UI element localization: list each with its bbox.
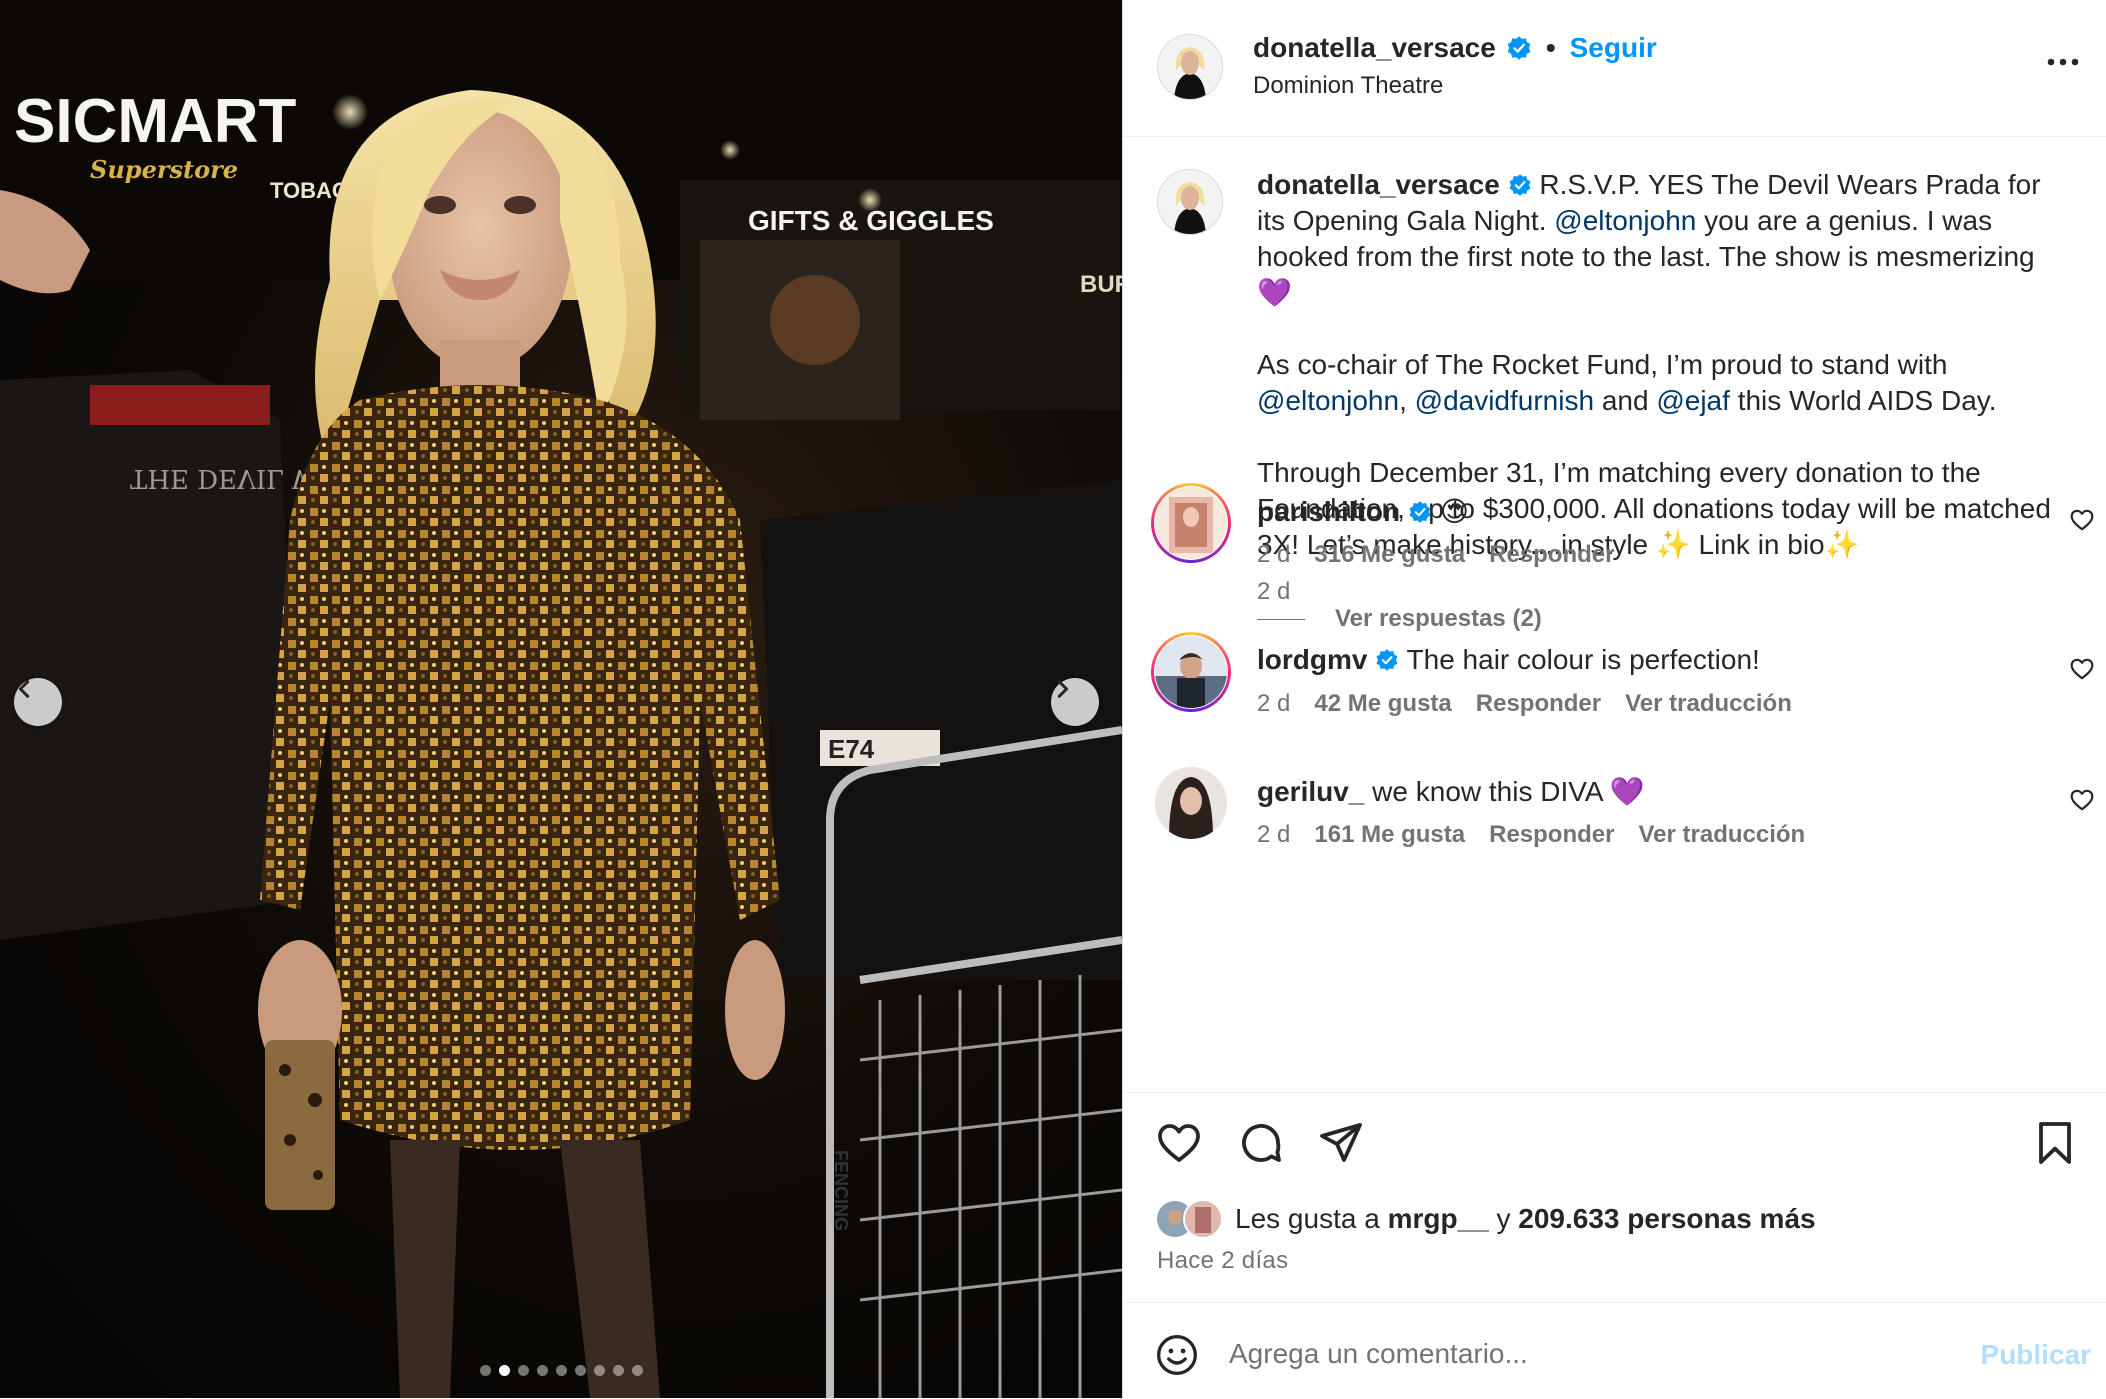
carousel-dot [498, 1365, 510, 1376]
carousel-dot [517, 1365, 529, 1376]
comment-likes[interactable]: 42 Me gusta [1314, 690, 1451, 718]
sign-store-main: SICMART [14, 87, 297, 156]
view-replies-button[interactable]: Ver respuestas (2) [1257, 605, 1542, 633]
commenter-avatar[interactable] [1155, 636, 1227, 708]
likes-prefix: Les gusta a [1235, 1203, 1380, 1234]
publish-button[interactable]: Publicar [1981, 1339, 2091, 1371]
heart-icon[interactable] [2069, 656, 2095, 682]
liker-username[interactable]: mrgp__ [1388, 1203, 1489, 1234]
liker-avatar [1183, 1199, 1223, 1239]
comment-likes[interactable]: 161 Me gusta [1314, 821, 1465, 849]
mention-link[interactable]: @ejaf [1656, 385, 1730, 416]
replies-divider [1257, 618, 1305, 620]
commenter-avatar[interactable] [1155, 487, 1227, 559]
translate-button[interactable]: Ver traducción [1638, 821, 1805, 849]
photo-scene: SICMART Superstore TOBACCO-VAPE GIFTS & … [0, 0, 1122, 1398]
carousel-indicator [0, 1365, 1122, 1376]
comments-section[interactable]: donatella_versace R.S.V.P. YES The Devil… [1123, 137, 2106, 1092]
heart-icon[interactable] [2069, 507, 2095, 533]
caption-text: and [1601, 385, 1649, 416]
reply-button[interactable]: Responder [1489, 541, 1614, 569]
header-separator: • [1545, 32, 1556, 63]
comment-time[interactable]: 2 d [1257, 541, 1290, 569]
post-photo[interactable]: SICMART Superstore TOBACCO-VAPE GIFTS & … [0, 0, 1122, 1398]
caption-text: this World AIDS Day. [1737, 385, 1997, 416]
carousel-next-button[interactable] [1051, 678, 1099, 726]
post-actions: Les gusta a mrgp__ y 209.633 personas má… [1123, 1092, 2106, 1303]
comment-text: The hair colour is perfection! [1406, 644, 1760, 675]
sign-store-sub: Superstore [90, 155, 238, 184]
carousel-dot [536, 1365, 548, 1376]
caption-author-avatar[interactable] [1157, 169, 1223, 235]
author-username[interactable]: donatella_versace [1253, 32, 1496, 64]
caption-text: As co-chair of The Rocket Fund, I’m prou… [1257, 349, 1948, 380]
carousel-dot [631, 1365, 643, 1376]
comment-text: 😍 [1439, 496, 1469, 527]
likes-others[interactable]: 209.633 personas más [1518, 1203, 1815, 1234]
translate-button[interactable]: Ver traducción [1625, 690, 1792, 718]
view-replies-label: Ver respuestas (2) [1335, 605, 1542, 632]
verified-badge-icon [1507, 36, 1531, 60]
comment-time[interactable]: 2 d [1257, 821, 1290, 849]
mention-link[interactable]: @eltonjohn [1554, 205, 1696, 236]
likes-summary[interactable]: Les gusta a mrgp__ y 209.633 personas má… [1155, 1199, 1816, 1239]
carousel-dot [479, 1365, 491, 1376]
mention-link[interactable]: @eltonjohn [1257, 385, 1399, 416]
verified-badge-icon [1376, 649, 1398, 671]
comment-input[interactable] [1227, 1331, 1931, 1377]
carousel-dot [593, 1365, 605, 1376]
comment-icon[interactable] [1237, 1119, 1285, 1167]
more-horizontal-icon[interactable] [2043, 42, 2083, 82]
commenter-username[interactable]: lordgmv [1257, 644, 1367, 675]
mention-link[interactable]: @davidfurnish [1415, 385, 1594, 416]
plate-text: E74 [828, 734, 875, 764]
post-details-panel: donatella_versace • Seguir Dominion Thea… [1122, 0, 2106, 1398]
carousel-dot [612, 1365, 624, 1376]
comment-time[interactable]: 2 d [1257, 690, 1290, 718]
commenter-username[interactable]: parishilton [1257, 496, 1400, 527]
heart-icon[interactable] [2069, 787, 2095, 813]
likes-conj: y [1496, 1203, 1511, 1234]
comment-text: we know this DIVA 💜 [1372, 776, 1645, 807]
follow-button[interactable]: Seguir [1570, 32, 1657, 64]
caption-username[interactable]: donatella_versace [1257, 169, 1500, 200]
bookmark-icon[interactable] [2031, 1119, 2079, 1167]
fencing-text: FENCING [831, 1150, 851, 1231]
commenter-username[interactable]: geriluv_ [1257, 776, 1364, 807]
carousel-dot [555, 1365, 567, 1376]
emoji-icon[interactable] [1155, 1333, 1199, 1377]
chevron-right-icon [1057, 680, 1069, 698]
heart-icon[interactable] [1155, 1119, 1203, 1167]
post-location[interactable]: Dominion Theatre [1253, 72, 1443, 100]
add-comment-bar: Publicar [1123, 1302, 2106, 1399]
caption-text: , [1399, 385, 1407, 416]
carousel-dot [574, 1365, 586, 1376]
reply-button[interactable]: Responder [1476, 690, 1601, 718]
caption-time[interactable]: 2 d [1257, 578, 1290, 606]
verified-badge-icon [1409, 501, 1431, 523]
carousel-prev-button[interactable] [14, 678, 62, 726]
chevron-left-icon [18, 680, 30, 698]
share-icon[interactable] [1317, 1119, 1365, 1167]
post-header: donatella_versace • Seguir Dominion Thea… [1123, 0, 2106, 137]
reply-button[interactable]: Responder [1489, 821, 1614, 849]
commenter-avatar[interactable] [1155, 767, 1227, 839]
post-time[interactable]: Hace 2 días [1157, 1247, 1288, 1275]
sign-burger: BUR [1080, 271, 1122, 298]
author-avatar[interactable] [1157, 34, 1223, 100]
comment-likes[interactable]: 316 Me gusta [1314, 541, 1465, 569]
verified-badge-icon [1509, 174, 1531, 196]
sign-gifts: GIFTS & GIGGLES [748, 205, 994, 236]
